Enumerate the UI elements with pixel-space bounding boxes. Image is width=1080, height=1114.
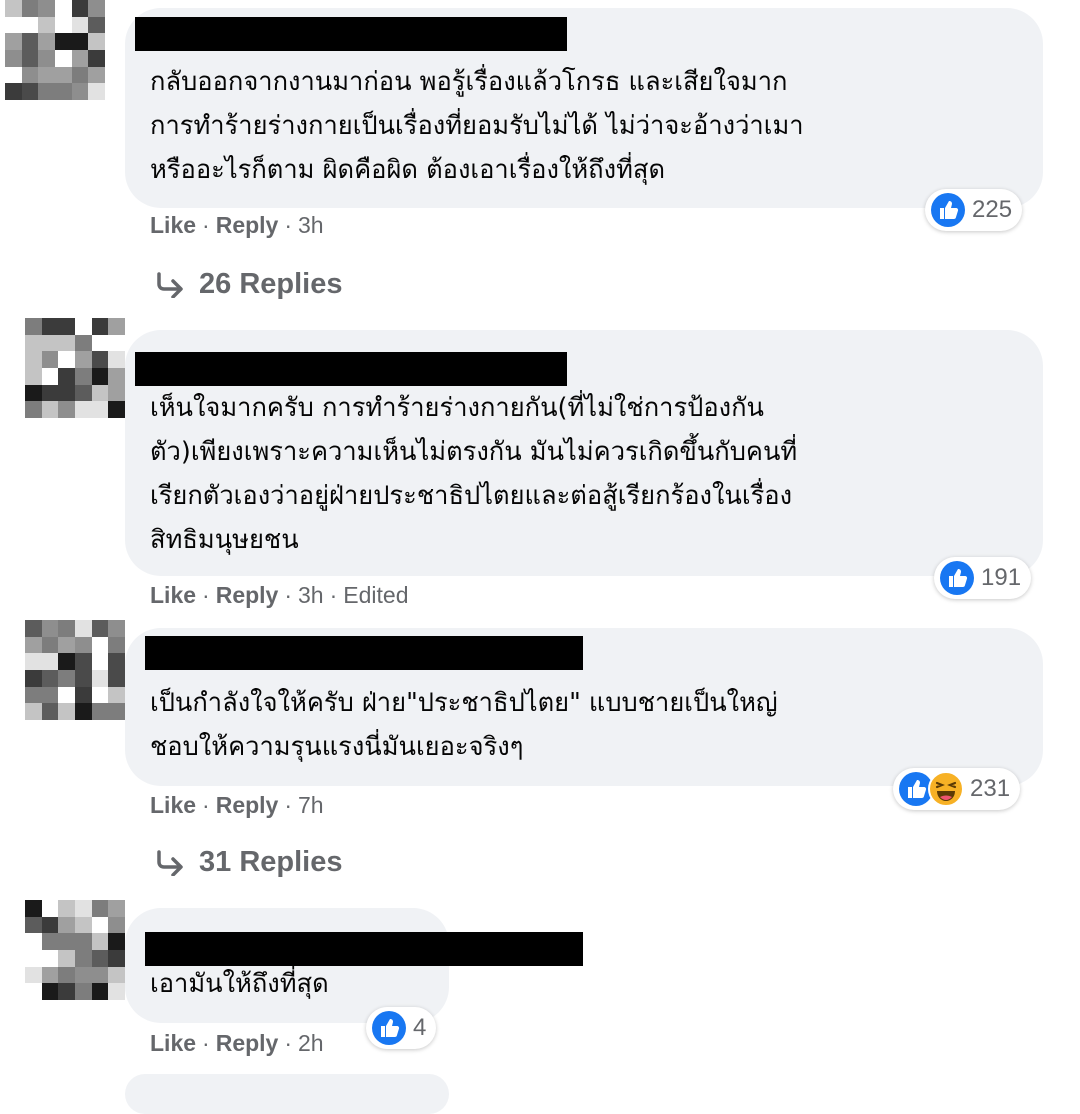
reaction-count-value: 191 bbox=[981, 564, 1022, 591]
edited-label[interactable]: Edited bbox=[343, 582, 408, 608]
reply-link[interactable]: Reply bbox=[216, 792, 279, 818]
reaction-count[interactable]: 4 bbox=[366, 1007, 437, 1049]
like-link[interactable]: Like bbox=[150, 212, 196, 238]
reply-link[interactable]: Reply bbox=[216, 212, 279, 238]
timestamp[interactable]: 2h bbox=[298, 1030, 324, 1056]
redacted-author-name bbox=[145, 636, 583, 670]
avatar[interactable] bbox=[25, 318, 125, 418]
reply-arrow-icon bbox=[157, 849, 183, 876]
avatar[interactable] bbox=[25, 900, 125, 1000]
redacted-author-name bbox=[145, 932, 583, 966]
redacted-author-name bbox=[135, 352, 567, 386]
reaction-count-value: 4 bbox=[413, 1014, 427, 1041]
avatar[interactable] bbox=[5, 0, 105, 100]
comment-meta: Like · Reply · 3h bbox=[150, 212, 324, 238]
view-replies-link[interactable]: 26 Replies bbox=[155, 268, 342, 301]
comment-text: เห็นใจมากครับ การทำร้ายร่างกายกัน(ที่ไม่… bbox=[150, 393, 798, 555]
reaction-count[interactable]: 191 bbox=[934, 557, 1032, 599]
comment-meta: Like · Reply · 7h bbox=[150, 792, 324, 818]
comment-bubble bbox=[125, 1074, 449, 1114]
timestamp[interactable]: 3h bbox=[298, 212, 324, 238]
comment-text: กลับออกจากงานมาก่อน พอรู้เรื่องแล้วโกรธ … bbox=[150, 67, 804, 185]
like-icon bbox=[940, 561, 974, 595]
avatar[interactable] bbox=[25, 620, 125, 720]
replies-label: 31 Replies bbox=[199, 846, 343, 878]
reply-link[interactable]: Reply bbox=[216, 582, 279, 608]
like-link[interactable]: Like bbox=[150, 582, 196, 608]
reaction-count-value: 225 bbox=[972, 196, 1013, 223]
reply-link[interactable]: Reply bbox=[216, 1030, 279, 1056]
reaction-count[interactable]: 231 bbox=[893, 768, 1021, 810]
replies-label: 26 Replies bbox=[199, 268, 343, 300]
timestamp[interactable]: 3h bbox=[298, 582, 324, 608]
comment-text: เป็นกำลังใจให้ครับ ฝ่าย"ประชาธิปไตย" แบบ… bbox=[150, 688, 778, 762]
comment-meta: Like · Reply · 3h · Edited bbox=[150, 582, 409, 608]
comment-text: เอามันให้ถึงที่สุด bbox=[150, 969, 329, 999]
like-icon bbox=[931, 193, 965, 227]
like-icon bbox=[372, 1011, 406, 1045]
timestamp[interactable]: 7h bbox=[298, 792, 324, 818]
comment-meta: Like · Reply · 2h bbox=[150, 1030, 324, 1056]
like-link[interactable]: Like bbox=[150, 792, 196, 818]
reaction-count[interactable]: 225 bbox=[925, 189, 1023, 231]
haha-icon bbox=[928, 771, 964, 807]
redacted-author-name bbox=[135, 17, 567, 51]
like-link[interactable]: Like bbox=[150, 1030, 196, 1056]
reaction-count-value: 231 bbox=[970, 775, 1011, 802]
view-replies-link[interactable]: 31 Replies bbox=[155, 846, 342, 879]
reply-arrow-icon bbox=[157, 271, 183, 298]
